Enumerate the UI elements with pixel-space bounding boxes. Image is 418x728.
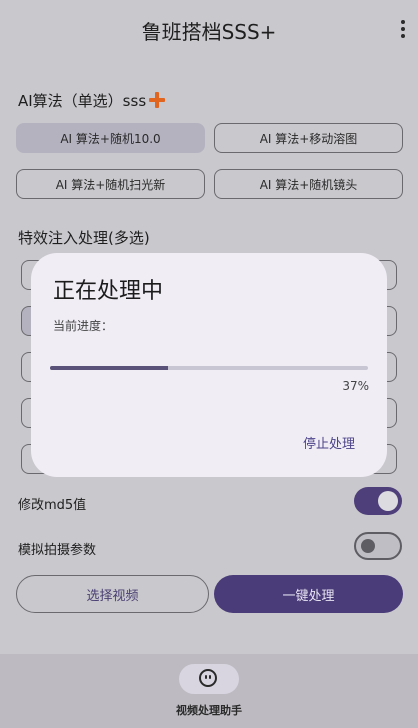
- toggle-knob: [361, 539, 375, 553]
- select-video-button[interactable]: 选择视频: [16, 575, 209, 613]
- ai-section-title: AI算法（单选）sss: [18, 90, 166, 111]
- dialog-subtitle: 当前进度：: [53, 319, 114, 333]
- effects-section-title: 特效注入处理(多选): [18, 229, 150, 247]
- progress-bar: [50, 366, 368, 370]
- ai-option-1[interactable]: AI 算法+随机10.0: [16, 123, 205, 153]
- ai-option-3[interactable]: AI 算法+随机扫光新: [16, 169, 205, 199]
- select-video-label: 选择视频: [86, 588, 139, 604]
- processing-dialog: 正在处理中 当前进度： 37% 停止处理: [31, 253, 387, 477]
- simulate-shoot-label: 模拟拍摄参数: [18, 543, 97, 558]
- ai-option-label: AI 算法+随机镜头: [259, 177, 358, 192]
- bottom-nav: 视频处理助手: [0, 654, 418, 728]
- toggle-knob: [378, 491, 398, 511]
- one-click-label: 一键处理: [282, 588, 335, 604]
- ai-option-label: AI 算法+随机10.0: [60, 131, 161, 146]
- ai-option-4[interactable]: AI 算法+随机镜头: [214, 169, 403, 199]
- md5-label: 修改md5值: [18, 498, 87, 513]
- more-menu-icon[interactable]: [400, 20, 406, 38]
- ai-section-title-text: AI算法（单选）sss: [18, 92, 147, 110]
- progress-fill: [50, 366, 168, 370]
- ai-option-2[interactable]: AI 算法+移动溶图: [214, 123, 403, 153]
- one-click-process-button[interactable]: 一键处理: [214, 575, 403, 613]
- ai-option-label: AI 算法+随机扫光新: [55, 177, 166, 192]
- ai-option-label: AI 算法+移动溶图: [259, 131, 358, 146]
- stop-processing-button[interactable]: 停止处理: [303, 433, 355, 452]
- simulate-shoot-toggle[interactable]: [354, 532, 402, 560]
- app-title: 鲁班搭档SSS+: [141, 20, 277, 44]
- nav-item-video-helper[interactable]: [179, 664, 239, 694]
- face-icon: [199, 669, 217, 687]
- plus-icon[interactable]: [148, 91, 166, 109]
- dialog-title: 正在处理中: [53, 279, 164, 304]
- nav-label: 视频处理助手: [176, 704, 242, 717]
- progress-percent: 37%: [342, 379, 369, 393]
- md5-toggle[interactable]: [354, 487, 402, 515]
